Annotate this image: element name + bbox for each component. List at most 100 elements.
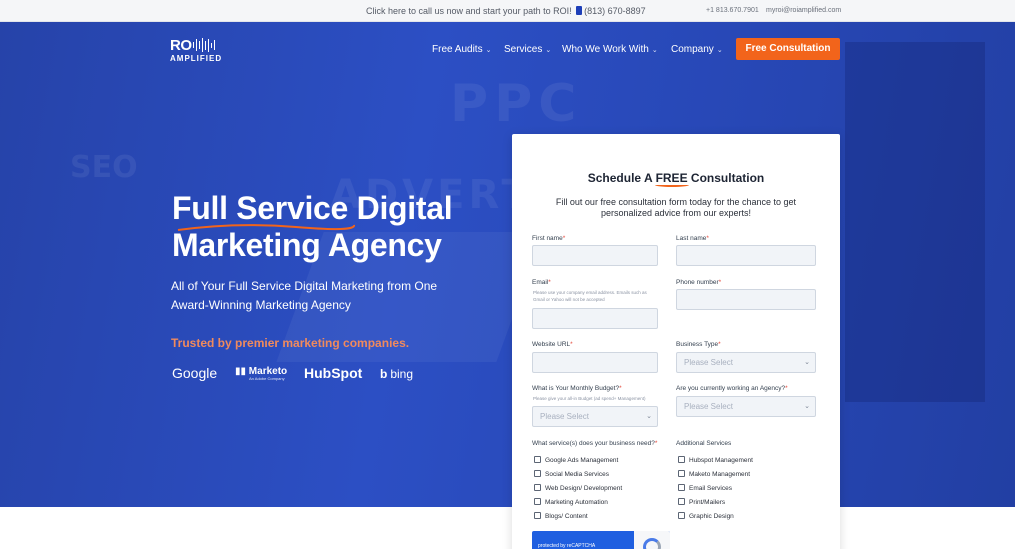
checkbox[interactable]	[678, 512, 685, 519]
last-name-input[interactable]	[676, 245, 816, 266]
phone-icon	[576, 6, 583, 15]
website-label: Website URL*	[532, 341, 573, 348]
call-cta-link[interactable]: Click here to call us now and start your…	[366, 6, 646, 16]
additional-service-checkbox[interactable]: Hubspot Management	[678, 456, 753, 464]
additional-service-label: Graphic Design	[689, 513, 734, 520]
chevron-down-icon: ⌄	[651, 47, 658, 54]
form-description: Fill out our free consultation form toda…	[555, 197, 797, 218]
recaptcha-text: protected by reCAPTCHA	[538, 543, 596, 549]
chevron-down-icon: ⌄	[804, 359, 810, 366]
required-marker: *	[706, 235, 709, 242]
bing-logo-text: bing	[390, 367, 414, 381]
service-checkbox[interactable]: Blogs/ Content	[534, 512, 588, 520]
form-title-post: Consultation	[690, 171, 765, 185]
additional-service-label: Print/Mailers	[689, 499, 726, 506]
google-logo: Google	[172, 365, 218, 381]
nav-free-audits[interactable]: Free Audits ⌄	[432, 44, 491, 55]
bing-icon: b	[380, 367, 388, 381]
additional-service-label: Email Services	[689, 485, 732, 492]
call-cta-text: Click here to call us now and start your…	[366, 6, 572, 16]
trusted-by-text: Trusted by premier marketing companies.	[171, 336, 410, 350]
form-title-pre: Schedule A	[587, 171, 653, 185]
checkbox[interactable]	[534, 456, 541, 463]
service-checkbox[interactable]: Google Ads Management	[534, 456, 618, 464]
nav-who-we-work-with[interactable]: Who We Work With ⌄	[562, 44, 658, 55]
business-type-label: Business Type*	[676, 341, 721, 348]
business-type-label-text: Business Type	[676, 341, 719, 348]
additional-service-checkbox[interactable]: Maketo Management	[678, 470, 750, 478]
nav-label: Who We Work With	[562, 44, 649, 55]
checkbox[interactable]	[678, 498, 685, 505]
consultation-form-card: Schedule A FREE Consultation Fill out ou…	[512, 134, 840, 549]
checkbox[interactable]	[678, 470, 685, 477]
chevron-down-icon: ⌄	[545, 47, 552, 54]
additional-service-checkbox[interactable]: Print/Mailers	[678, 498, 725, 506]
additional-service-checkbox[interactable]: Graphic Design	[678, 512, 734, 520]
required-marker: *	[718, 341, 721, 348]
website-label-text: Website URL	[532, 341, 571, 348]
required-marker: *	[570, 341, 573, 348]
recaptcha-widget[interactable]: protected by reCAPTCHA	[532, 531, 670, 549]
last-name-label-text: Last name	[676, 235, 707, 242]
phone-label: Phone number*	[676, 279, 721, 286]
phone-link[interactable]: +1 813.670.7901	[706, 7, 759, 14]
marketo-logo: ▮▮ Marketo An Adobe Company	[235, 366, 287, 381]
call-cta-phone: (813) 670-8897	[584, 6, 646, 16]
email-label-text: Email	[532, 279, 549, 286]
agency-label-text: Are you currently working an Agency?	[676, 385, 786, 392]
marketo-logo-subtext: An Adobe Company	[249, 376, 285, 381]
service-checkbox-label: Social Media Services	[545, 471, 609, 478]
free-consultation-button[interactable]: Free Consultation	[736, 38, 840, 60]
website-input[interactable]	[532, 352, 658, 373]
required-marker: *	[718, 279, 722, 286]
hero-background-panel	[845, 42, 985, 402]
agency-select[interactable]: Please Select ⌄	[676, 396, 816, 417]
checkbox[interactable]	[534, 498, 541, 505]
logo-text-amplified: AMPLIFIED	[170, 54, 223, 63]
required-marker: *	[619, 385, 622, 392]
checkbox[interactable]	[678, 456, 685, 463]
hero-section: PPC ADVERT SEO	[0, 22, 1015, 507]
chevron-down-icon: ⌄	[716, 47, 723, 54]
recaptcha-icon	[643, 538, 661, 549]
nav-services[interactable]: Services ⌄	[504, 44, 551, 55]
checkbox[interactable]	[534, 512, 541, 519]
nav-company[interactable]: Company ⌄	[671, 44, 723, 55]
business-type-select[interactable]: Please Select ⌄	[676, 352, 816, 373]
additional-service-checkbox[interactable]: Email Services	[678, 484, 732, 492]
logo-text-ro: RO	[170, 37, 192, 54]
phone-input[interactable]	[676, 289, 816, 310]
budget-label-text: What is Your Monthly Budget?	[532, 385, 620, 392]
additional-service-label: Maketo Management	[689, 471, 751, 478]
site-logo[interactable]: RO AMPLIFIED	[170, 38, 222, 63]
checkbox[interactable]	[534, 484, 541, 491]
service-checkbox-label: Marketing Automation	[545, 499, 608, 506]
headline-underline-swoosh	[177, 224, 355, 231]
sound-wave-icon	[192, 38, 217, 53]
required-marker: *	[548, 279, 551, 286]
email-input[interactable]	[532, 308, 658, 329]
service-checkbox[interactable]: Web Design/ Development	[534, 484, 622, 492]
service-checkbox[interactable]: Social Media Services	[534, 470, 609, 478]
top-bar: Click here to call us now and start your…	[0, 0, 1015, 22]
budget-label: What is Your Monthly Budget?*	[532, 385, 622, 392]
chevron-down-icon: ⌄	[646, 413, 652, 420]
recaptcha-logo	[634, 531, 670, 549]
last-name-label: Last name*	[676, 235, 709, 242]
first-name-label: First name*	[532, 235, 565, 242]
email-hint: Please use your company email address. E…	[533, 290, 647, 302]
budget-value: Please Select	[540, 412, 589, 421]
required-marker: *	[562, 235, 566, 242]
service-checkbox[interactable]: Marketing Automation	[534, 498, 608, 506]
first-name-input[interactable]	[532, 245, 658, 266]
chevron-down-icon: ⌄	[485, 47, 492, 54]
additional-services-label: Additional Services	[676, 440, 732, 447]
services-label: What service(s) does your business need?…	[532, 440, 657, 447]
checkbox[interactable]	[534, 470, 541, 477]
budget-select[interactable]: Please Select ⌄	[532, 406, 658, 427]
marketo-bars-icon: ▮▮	[235, 366, 247, 377]
form-title: Schedule A FREE Consultation	[512, 171, 840, 185]
checkbox[interactable]	[678, 484, 685, 491]
required-marker: *	[654, 440, 658, 447]
email-link[interactable]: myroi@roiamplified.com	[766, 7, 841, 14]
